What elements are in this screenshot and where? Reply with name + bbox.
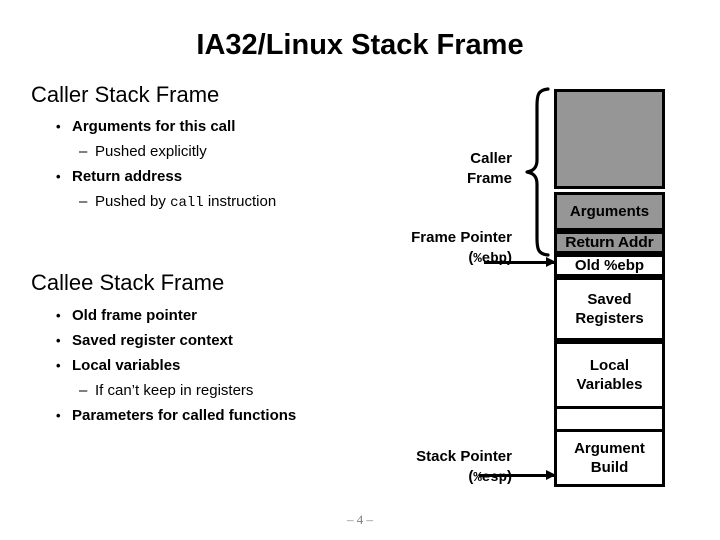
bullet-item: Saved register context	[55, 328, 296, 353]
stack-box-return-addr: Return Addr	[554, 231, 665, 254]
bullet-subitem: Pushed explicitly	[55, 139, 276, 164]
saved-registers-line1: Saved	[587, 291, 632, 308]
callee-bullet-list: Old frame pointer Saved register context…	[55, 303, 296, 428]
saved-registers-line2: Registers	[575, 310, 644, 327]
bullet-subitem: If can’t keep in registers	[55, 378, 296, 403]
bullet-subitem-text-before: Pushed by	[95, 193, 171, 210]
local-variables-line2: Variables	[576, 376, 643, 393]
callee-section-heading: Callee Stack Frame	[31, 270, 225, 295]
stack-box-arguments: Arguments	[554, 192, 665, 231]
stack-box-local-variables: Local Variables	[554, 341, 665, 409]
argument-build-line2: Build	[590, 459, 629, 476]
stack-pointer-label: Stack Pointer (%esp)	[330, 447, 512, 488]
caller-frame-brace-icon	[525, 87, 550, 257]
slide-canvas: IA32/Linux Stack Frame Caller Stack Fram…	[0, 0, 720, 540]
page-title: IA32/Linux Stack Frame	[196, 29, 524, 61]
caller-frame-label: Caller Frame	[380, 149, 512, 189]
frame-pointer-title: Frame Pointer	[411, 229, 512, 246]
bullet-subitem-text-after: instruction	[203, 193, 277, 210]
stack-box-arguments-label: Arguments	[569, 203, 650, 220]
esp-register: %esp	[473, 470, 507, 486]
stack-box-saved-registers: Saved Registers	[554, 277, 665, 341]
stack-box-caller-top	[554, 89, 665, 189]
stack-box-argument-build-label: Argument Build	[574, 439, 645, 477]
caller-frame-label-line2: Frame	[466, 170, 512, 187]
caller-bullet-list: Arguments for this call Pushed explicitl…	[55, 114, 276, 216]
caller-section-heading: Caller Stack Frame	[31, 82, 220, 107]
stack-box-old-ebp: Old %ebp	[554, 254, 665, 277]
argument-build-line1: Argument	[574, 440, 645, 457]
bullet-item: Old frame pointer	[55, 303, 296, 328]
local-variables-line1: Local	[589, 357, 630, 374]
ebp-register: %ebp	[473, 251, 507, 267]
stack-pointer-arrow-icon	[479, 470, 556, 480]
bullet-item: Return address	[55, 164, 276, 189]
bullet-item: Local variables	[55, 353, 296, 378]
stack-box-return-addr-label: Return Addr	[565, 234, 654, 251]
bullet-item: Parameters for called functions	[55, 403, 296, 428]
stack-open-region	[554, 409, 665, 429]
stack-box-saved-registers-label: Saved Registers	[575, 290, 643, 328]
frame-pointer-arrow-icon	[484, 257, 556, 267]
bullet-item: Arguments for this call	[55, 114, 276, 139]
bullet-subitem: Pushed by call instruction	[55, 189, 276, 216]
call-instruction-code: call	[170, 195, 204, 211]
stack-box-argument-build: Argument Build	[554, 429, 665, 487]
stack-box-old-ebp-label: Old %ebp	[574, 257, 645, 274]
caller-frame-label-line1: Caller	[470, 150, 512, 167]
stack-box-local-variables-label: Local Variables	[577, 356, 643, 394]
stack-pointer-title: Stack Pointer	[416, 448, 512, 465]
stack-pointer-register-line: (%esp)	[330, 467, 512, 488]
page-number: – 4 –	[347, 512, 373, 527]
frame-pointer-register-line: (%ebp)	[330, 248, 512, 269]
